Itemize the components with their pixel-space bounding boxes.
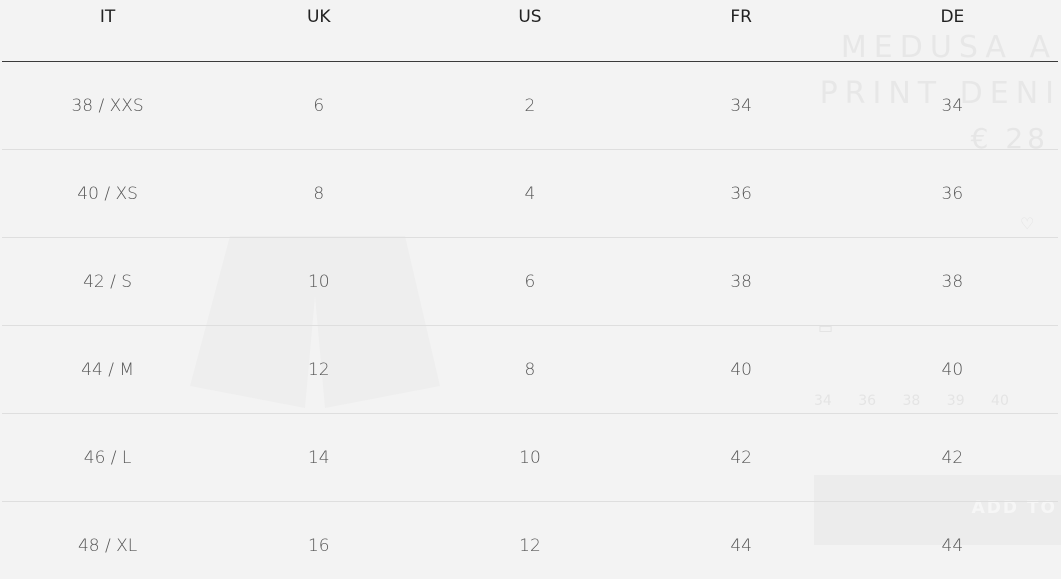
table-row: 44 / M 12 8 40 40: [2, 325, 1058, 414]
cell-it: 42 / S: [2, 237, 214, 326]
cell-us: 2: [424, 61, 636, 150]
cell-uk: 8: [213, 149, 425, 238]
cell-us: 10: [424, 413, 636, 502]
cell-it: 46 / L: [2, 413, 214, 502]
cell-us: 12: [519, 535, 541, 556]
cell-fr: 44: [730, 535, 752, 556]
column-header-de: DE: [846, 0, 1058, 62]
table-row: 40 / XS 8 4 36 36: [2, 149, 1058, 238]
column-header-fr: FR: [635, 0, 847, 62]
cell-uk: 10: [213, 237, 425, 326]
cell-de: 36: [846, 149, 1058, 238]
cell-it: 48 / XL: [77, 535, 138, 556]
column-header-us: US: [424, 0, 636, 62]
column-header-uk: UK: [213, 0, 425, 62]
cell-it: 38 / XXS: [2, 61, 214, 150]
cell-us: 8: [424, 325, 636, 414]
column-header-it: IT: [2, 0, 214, 62]
cell-fr: 34: [635, 61, 847, 150]
cell-de: 40: [846, 325, 1058, 414]
cell-de: 44: [941, 535, 964, 556]
cell-de: 38: [846, 237, 1058, 326]
cell-de: 42: [846, 413, 1058, 502]
cell-uk: 14: [213, 413, 425, 502]
cell-fr: 42: [635, 413, 847, 502]
cell-fr: 38: [635, 237, 847, 326]
table-row: 46 / L 14 10 42 42: [2, 413, 1058, 502]
cell-uk: 16: [307, 535, 330, 556]
cell-de: 34: [846, 61, 1058, 150]
cell-it: 44 / M: [2, 325, 214, 414]
cell-it: 40 / XS: [2, 149, 214, 238]
cell-uk: 12: [213, 325, 425, 414]
cell-fr: 40: [635, 325, 847, 414]
cell-us: 4: [424, 149, 636, 238]
table-row: 48 / XL 16 12 44 44: [2, 502, 1058, 579]
cell-fr: 36: [635, 149, 847, 238]
cell-us: 6: [424, 237, 636, 326]
size-table-header-row: IT UK US FR DE: [2, 0, 1058, 62]
size-conversion-table: IT UK US FR DE 38 / XXS 6 2 34 34 40 / X…: [2, 0, 1058, 579]
table-row: 38 / XXS 6 2 34 34: [2, 61, 1058, 150]
cell-uk: 6: [213, 61, 425, 150]
table-row: 42 / S 10 6 38 38: [2, 237, 1058, 326]
